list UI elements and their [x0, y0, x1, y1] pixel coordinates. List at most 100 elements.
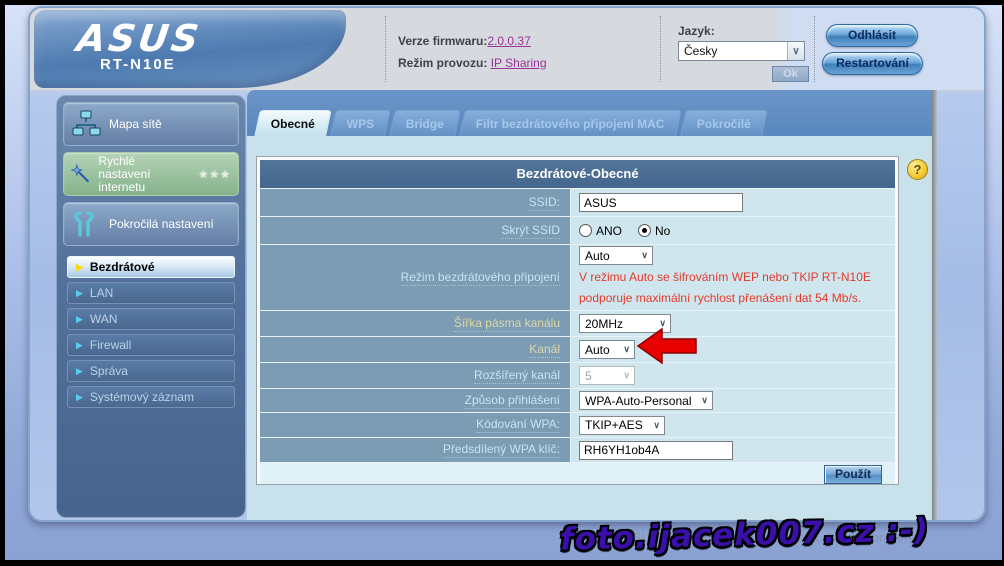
language-label: Jazyk: [678, 24, 715, 38]
sidebar-item-label: Pokročilá nastavení [109, 218, 214, 231]
radio-icon[interactable] [638, 224, 651, 237]
router-model: RT-N10E [100, 56, 176, 73]
router-admin-window: ASUS RT-N10E Verze firmwaru:2.0.0.37 Rež… [28, 6, 986, 522]
panel-title: Bezdrátové-Obecné [260, 160, 895, 188]
tab-wps[interactable]: WPS [330, 110, 391, 136]
sidebar-item-wan[interactable]: ▶ WAN [67, 308, 235, 330]
form-row-wpa-key: Předsdílený WPA klíč: [260, 437, 895, 462]
sidebar-item-wireless[interactable]: ▶ Bezdrátové [67, 256, 235, 278]
sidebar-item-label: Rychlé nastavení internetu [98, 155, 190, 194]
form-row-auth-method: Způsob přihlášení WPA-Auto-Personal ∨ [260, 388, 895, 412]
firmware-label: Verze firmwaru: [398, 34, 487, 48]
help-icon[interactable]: ? [907, 159, 928, 180]
form-row-ssid: SSID: [260, 188, 895, 216]
radio-label: No [655, 224, 670, 238]
channel-label: Kanál [529, 342, 560, 358]
sidebar-item-label: Bezdrátové [90, 260, 155, 274]
dropdown-arrow-icon: ∨ [787, 42, 804, 60]
auth-method-select[interactable]: WPA-Auto-Personal ∨ [579, 391, 713, 410]
header-divider [385, 16, 386, 82]
wireless-mode-label: Režim bezdrátového připojení [401, 270, 560, 286]
sidebar-item-firewall[interactable]: ▶ Firewall [67, 334, 235, 356]
tools-icon [71, 209, 101, 239]
apply-button[interactable]: Použít [824, 465, 882, 484]
extension-channel-select: 5 ∨ [579, 366, 635, 385]
auth-method-label: Způsob přihlášení [465, 393, 560, 409]
network-map-icon [71, 109, 101, 139]
form-row-extension-channel: Rozšířený kanál 5 ∨ [260, 362, 895, 388]
language-ok-button[interactable]: Ok [772, 66, 809, 82]
wireless-mode-note-line1: V režimu Auto se šifrováním WEP nebo TKI… [579, 267, 871, 288]
menu-arrow-icon: ▶ [76, 288, 83, 299]
tab-general[interactable]: Obecné [254, 110, 332, 136]
form-row-wpa-encryption: Kódování WPA: TKIP+AES ∨ [260, 412, 895, 437]
sidebar-item-network-map[interactable]: Mapa sítě [63, 102, 239, 146]
menu-arrow-icon: ▶ [76, 314, 83, 325]
sidebar-item-label: LAN [90, 286, 113, 300]
operation-mode-label: Režim provozu: [398, 56, 487, 70]
header-divider [814, 16, 815, 82]
brand-panel: ASUS RT-N10E [34, 10, 346, 88]
tab-wireless-mac-filter[interactable]: Filtr bezdrátového připojení MAC [460, 110, 682, 136]
extension-channel-label: Rozšířený kanál [474, 368, 560, 384]
wireless-mode-note-line2: podporuje maximální rychlost přenášení d… [579, 288, 861, 309]
sidebar-item-label: Mapa sítě [109, 118, 162, 131]
sidebar: Mapa sítě Rychlé nastavení internetu ★★★… [56, 95, 246, 518]
channel-bandwidth-label: Šířka pásma kanálu [454, 316, 560, 332]
magic-wand-icon [71, 159, 90, 189]
logout-button[interactable]: Odhlásit [826, 24, 918, 47]
menu-arrow-icon: ▶ [76, 340, 83, 351]
hide-ssid-radio-group: ANO No [579, 224, 670, 238]
header-divider [660, 16, 661, 82]
form-row-hide-ssid: Skrýt SSID ANO No [260, 216, 895, 244]
menu-arrow-icon: ▶ [76, 392, 83, 403]
radio-label: ANO [596, 224, 622, 238]
stars-icon: ★★★ [198, 168, 231, 181]
form-footer-row: Použít [260, 462, 895, 485]
hide-ssid-radio-yes[interactable]: ANO [579, 224, 622, 238]
wireless-mode-select[interactable]: Auto ∨ [579, 246, 653, 265]
wireless-general-form: Bezdrátové-Obecné SSID: Skrýt SSID ANO N… [257, 157, 898, 484]
ssid-label: SSID: [529, 195, 560, 211]
ssid-input[interactable] [579, 193, 743, 212]
dropdown-arrow-icon: ∨ [619, 370, 634, 381]
sidebar-item-system-log[interactable]: ▶ Systémový záznam [67, 386, 235, 408]
dropdown-arrow-icon: ∨ [649, 420, 664, 431]
sidebar-item-label: Systémový záznam [90, 390, 194, 404]
header: ASUS RT-N10E Verze firmwaru:2.0.0.37 Rež… [30, 8, 986, 92]
content-right-divider [932, 90, 937, 522]
operation-mode-link[interactable]: IP Sharing [491, 56, 547, 70]
svg-text:ASUS: ASUS [72, 18, 204, 60]
dropdown-arrow-icon: ∨ [697, 395, 712, 406]
language-select[interactable]: Česky ∨ [678, 41, 805, 61]
hide-ssid-radio-no[interactable]: No [638, 224, 670, 238]
tab-bar: Obecné WPS Bridge Filtr bezdrátového při… [247, 90, 932, 136]
form-row-wireless-mode: Režim bezdrátového připojení Auto ∨ V re… [260, 244, 895, 310]
sidebar-item-label: Firewall [90, 338, 131, 352]
sidebar-item-administration[interactable]: ▶ Správa [67, 360, 235, 382]
tab-advanced[interactable]: Pokročilé [680, 110, 768, 136]
dropdown-arrow-icon: ∨ [637, 250, 652, 261]
wpa-key-input[interactable] [579, 441, 733, 460]
sidebar-item-advanced-settings[interactable]: Pokročilá nastavení [63, 202, 239, 246]
sidebar-item-label: Správa [90, 364, 128, 378]
sidebar-item-quick-internet-setup[interactable]: Rychlé nastavení internetu ★★★ [63, 152, 239, 196]
sidebar-item-label: WAN [90, 312, 118, 326]
firmware-info: Verze firmwaru:2.0.0.37 Režim provozu: I… [398, 34, 547, 78]
tab-bridge[interactable]: Bridge [390, 110, 462, 136]
menu-arrow-icon: ▶ [76, 366, 83, 377]
sidebar-item-lan[interactable]: ▶ LAN [67, 282, 235, 304]
wpa-encryption-label: Kódování WPA: [476, 417, 560, 433]
hide-ssid-label: Skrýt SSID [501, 223, 560, 239]
radio-icon[interactable] [579, 224, 592, 237]
form-row-channel-bandwidth: Šířka pásma kanálu 20MHz ∨ [260, 310, 895, 336]
wpa-encryption-select[interactable]: TKIP+AES ∨ [579, 416, 665, 435]
restart-button[interactable]: Restartování [822, 52, 923, 75]
wpa-key-label: Předsdílený WPA klíč: [443, 442, 560, 458]
dropdown-arrow-icon: ∨ [619, 344, 634, 355]
language-selected-value: Česky [679, 44, 787, 58]
channel-select[interactable]: Auto ∨ [579, 340, 635, 359]
sidebar-menu: ▶ Bezdrátové ▶ LAN ▶ WAN ▶ Firewall ▶ Sp… [63, 256, 239, 408]
firmware-version-link[interactable]: 2.0.0.37 [487, 34, 530, 48]
red-callout-arrow-icon [637, 327, 699, 367]
